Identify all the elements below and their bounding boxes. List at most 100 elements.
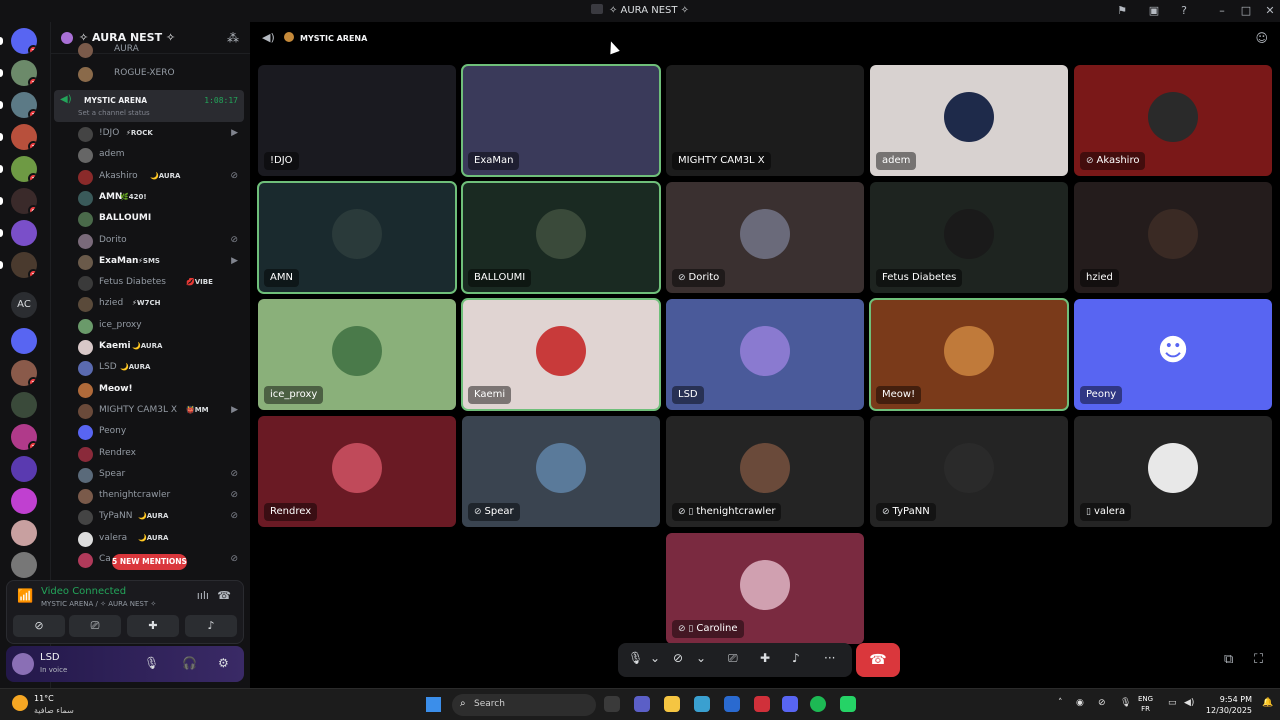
avatar[interactable] xyxy=(12,653,34,675)
fullscreen-icon[interactable]: ⛶ xyxy=(1254,652,1263,667)
camera-off-button[interactable]: ⊘ xyxy=(13,615,65,637)
voice-member-row[interactable]: ice_proxy xyxy=(78,316,244,336)
channel-status[interactable]: Set a channel status xyxy=(78,109,150,117)
noise-suppression-icon[interactable]: ıılı xyxy=(197,589,209,602)
server-icon[interactable]: 3 xyxy=(11,360,37,386)
activities-button[interactable]: ✚ xyxy=(127,615,179,637)
user-name[interactable]: LSD xyxy=(40,652,60,663)
video-tile[interactable]: Meow! xyxy=(869,298,1069,411)
voice-member-row[interactable]: AMN 🌿420! xyxy=(78,188,244,208)
voice-member-row[interactable]: Spear ⊘ xyxy=(78,465,244,485)
server-icon[interactable]: 1 xyxy=(11,252,37,278)
video-tile[interactable]: ⊘ ▯ thenightcrawler xyxy=(666,416,864,527)
tray-app-icon[interactable]: ◉ xyxy=(1076,698,1084,708)
video-tile[interactable]: AMN xyxy=(257,181,457,294)
voice-member-row[interactable]: thenightcrawler ⊘ xyxy=(78,486,244,506)
server-icon[interactable]: 1 xyxy=(11,92,37,118)
chevron-down-icon[interactable]: ⌄ xyxy=(696,651,706,665)
voice-member-row[interactable]: Peony xyxy=(78,422,244,442)
server-icon[interactable] xyxy=(11,456,37,482)
server-icon[interactable]: 3 xyxy=(11,424,37,450)
settings-icon[interactable]: ⚙ xyxy=(218,656,229,670)
server-icon[interactable] xyxy=(11,488,37,514)
video-tile[interactable]: adem xyxy=(870,65,1068,176)
voice-member-row[interactable]: Fetus Diabetes 💋VIBE xyxy=(78,273,244,293)
video-tile[interactable]: hzied xyxy=(1074,182,1272,293)
video-tile[interactable]: ⊘ TyPaNN xyxy=(870,416,1068,527)
server-icon[interactable]: 6 xyxy=(11,188,37,214)
video-tile[interactable]: Fetus Diabetes xyxy=(870,182,1068,293)
server-icon[interactable] xyxy=(11,392,37,418)
inbox-icon[interactable]: ⚑ xyxy=(1114,3,1130,19)
screen-share-button[interactable]: ⎚ xyxy=(69,615,121,637)
video-tile[interactable]: !DJO xyxy=(258,65,456,176)
chevron-up-icon[interactable]: ˄ xyxy=(1058,698,1063,708)
taskbar-search[interactable]: ⌕ Search xyxy=(452,694,596,716)
minimize-button[interactable]: – xyxy=(1214,3,1230,19)
soundboard-icon[interactable]: ♪ xyxy=(792,651,800,665)
close-button[interactable]: ✕ xyxy=(1262,3,1278,19)
teams-icon[interactable] xyxy=(634,696,650,712)
whatsapp-icon[interactable] xyxy=(840,696,856,712)
voice-member-row[interactable]: BALLOUMI xyxy=(78,209,244,229)
video-tile[interactable]: ☻ Peony xyxy=(1074,299,1272,410)
mic-tray-icon[interactable]: 🎙 xyxy=(1120,698,1131,708)
windows-start-icon[interactable] xyxy=(426,697,441,712)
voice-member-row[interactable]: Meow! xyxy=(78,380,244,400)
server-icon[interactable]: 1 xyxy=(11,156,37,182)
notifications-icon[interactable]: 🔔 xyxy=(1262,698,1273,708)
file-explorer-icon[interactable] xyxy=(664,696,680,712)
video-tile[interactable]: Rendrex xyxy=(258,416,456,527)
chevron-down-icon[interactable]: ⌄ xyxy=(650,651,660,665)
popout-icon[interactable]: ⧉ xyxy=(1224,652,1233,667)
language-indicator[interactable]: ENG FR xyxy=(1138,694,1153,714)
store-icon[interactable] xyxy=(724,696,740,712)
voice-channel-mystic-arena[interactable]: ◀) MYSTIC ARENA 1:08:17 Set a channel st… xyxy=(54,90,244,122)
camera-off-icon[interactable]: ⊘ xyxy=(673,651,683,665)
screen-share-icon[interactable]: ⎚ xyxy=(728,651,738,666)
video-tile[interactable]: BALLOUMI xyxy=(461,181,661,294)
voice-member-row[interactable]: Rendrex xyxy=(78,444,244,464)
server-icon[interactable]: AC xyxy=(11,292,37,318)
activities-icon[interactable]: ✚ xyxy=(760,651,770,665)
disconnect-icon[interactable]: ☎ xyxy=(217,589,231,602)
opera-icon[interactable] xyxy=(754,696,770,712)
end-call-button[interactable]: ☎ xyxy=(856,643,900,677)
server-icon[interactable] xyxy=(11,220,37,246)
maximize-button[interactable]: □ xyxy=(1238,3,1254,19)
video-tile[interactable]: MIGHTY CAM3L X xyxy=(666,65,864,176)
voice-member-row[interactable]: ExaMan ⚡SMS ▶ xyxy=(78,252,244,272)
soundboard-button[interactable]: ♪ xyxy=(185,615,237,637)
video-tile[interactable]: Kaemi xyxy=(461,298,661,411)
server-icon[interactable] xyxy=(11,552,37,578)
new-mentions-badge[interactable]: 5 NEW MENTIONS xyxy=(112,554,187,570)
help-icon[interactable]: ? xyxy=(1176,3,1192,19)
voice-member-row[interactable]: TyPaNN 🌙AURA ⊘ xyxy=(78,507,244,527)
server-icon[interactable] xyxy=(11,520,37,546)
video-tile[interactable]: ⊘ Dorito xyxy=(666,182,864,293)
video-tile[interactable]: ⊘ Akashiro xyxy=(1074,65,1272,176)
video-tile[interactable]: ice_proxy xyxy=(258,299,456,410)
discord-icon[interactable] xyxy=(782,696,798,712)
more-icon[interactable]: ··· xyxy=(824,651,835,665)
spotify-icon[interactable] xyxy=(810,696,826,712)
server-icon[interactable]: 1 xyxy=(11,124,37,150)
voice-member-row[interactable]: valera 🌙AURA xyxy=(78,529,244,549)
voice-member-row[interactable]: LSD 🌙AURA xyxy=(78,358,244,378)
clock[interactable]: 9:54 PM 12/30/2025 xyxy=(1200,694,1252,716)
voice-status[interactable]: Video Connected xyxy=(41,586,126,597)
server-icon[interactable]: 2 xyxy=(11,28,37,54)
network-icon[interactable]: ▭ xyxy=(1168,698,1177,708)
voice-member-row[interactable]: MIGHTY CAM3L X 👹MM ▶ xyxy=(78,401,244,421)
video-tile[interactable]: ExaMan xyxy=(461,64,661,177)
voice-member-row[interactable]: Dorito ⊘ xyxy=(78,231,244,251)
video-tile[interactable]: ▯ valera xyxy=(1074,416,1272,527)
voice-member-row[interactable]: !DJO ⚡ROCK ▶ xyxy=(78,124,244,144)
video-tile[interactable]: LSD xyxy=(666,299,864,410)
network-off-icon[interactable]: ⊘ xyxy=(1098,698,1106,708)
sidebar-row[interactable]: AURA xyxy=(78,40,244,60)
headphones-icon[interactable]: 🎧 xyxy=(182,656,197,670)
server-icon[interactable] xyxy=(11,328,37,354)
copilot-icon[interactable] xyxy=(694,696,710,712)
voice-member-row[interactable]: adem xyxy=(78,145,244,165)
